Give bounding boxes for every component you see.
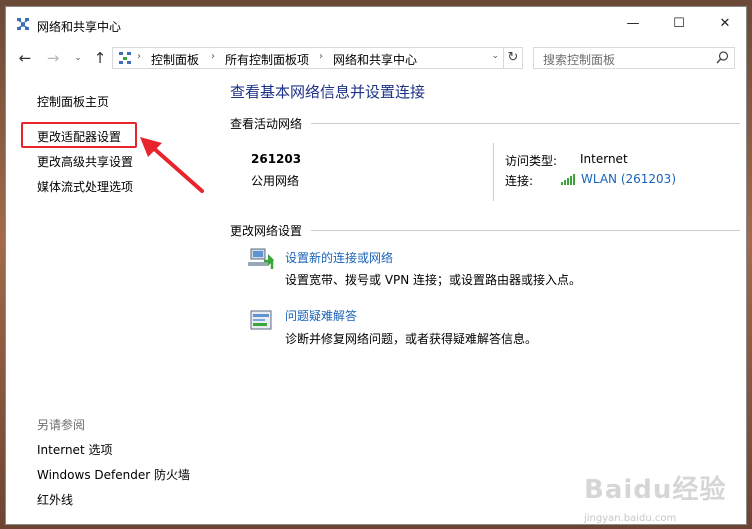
network-icon [17,18,29,30]
divider [311,123,740,124]
see-also-windows-defender-firewall[interactable]: Windows Defender 防火墙 [37,466,190,483]
breadcrumb-separator: › [319,51,323,62]
divider [493,143,494,201]
refresh-icon[interactable]: ↻ [504,47,523,69]
active-networks-heading: 查看活动网络 [230,117,303,131]
address-bar[interactable]: › 控制面板 › 所有控制面板项 › 网络和共享中心 ⌄ [112,47,504,69]
close-button[interactable]: ✕ [702,7,746,39]
up-arrow-icon[interactable]: ↑ [91,48,109,68]
search-icon[interactable] [716,51,729,64]
watermark-sub: jingyan.baidu.com [584,513,677,524]
troubleshoot-desc: 诊断并修复网络问题，或者获得疑难解答信息。 [285,332,538,346]
breadcrumb-control-panel[interactable]: 控制面板 [151,51,199,68]
change-network-settings-heading: 更改网络设置 [230,224,303,238]
maximize-button[interactable]: ☐ [656,7,702,39]
sidebar-item-media-streaming[interactable]: 媒体流式处理选项 [37,178,133,195]
breadcrumb-separator: › [211,51,215,62]
window-title: 网络和共享中心 [37,20,122,34]
access-type-label: 访问类型: [505,154,558,168]
wlan-connection-link[interactable]: WLAN (261203) [581,172,676,186]
setup-new-connection-link[interactable]: 设置新的连接或网络 [285,249,393,266]
new-connection-icon [248,248,274,269]
page-title: 查看基本网络信息并设置连接 [230,83,426,101]
see-also-heading: 另请参阅 [37,418,86,432]
search-box[interactable]: 搜索控制面板 [533,47,735,69]
breadcrumb-separator: › [137,51,141,62]
annotation-arrow [140,137,204,193]
troubleshoot-icon [250,310,272,330]
connection-label: 连接: [505,174,534,188]
sidebar-item-control-panel-home[interactable]: 控制面板主页 [37,93,109,110]
network-name: 261203 [251,152,302,166]
setup-new-connection-desc: 设置宽带、拨号或 VPN 连接；或设置路由器或接入点。 [285,273,582,287]
back-arrow-icon[interactable]: ← [16,48,34,68]
navigation-bar: ← → ⌄ ↑ › 控制面板 › 所有控制面板项 › 网络和共享中心 ⌄ ↻ 搜… [6,46,746,72]
watermark-text: Baidu经验 [584,475,727,505]
wifi-signal-icon [561,174,575,185]
network-sharing-center-window: 网络和共享中心 — ☐ ✕ ← → ⌄ ↑ › 控制面板 › 所有控制面板项 ›… [5,6,747,525]
search-placeholder: 搜索控制面板 [543,53,616,67]
access-type-value: Internet [580,152,628,166]
control-panel-network-icon [119,52,131,64]
sidebar-item-change-adapter-settings[interactable]: 更改适配器设置 [37,128,121,145]
breadcrumb-network-center[interactable]: 网络和共享中心 [333,51,417,68]
divider [311,230,740,231]
forward-arrow-icon[interactable]: → [44,48,62,68]
address-dropdown-chevron-icon[interactable]: ⌄ [491,51,499,61]
minimize-button[interactable]: — [610,7,656,39]
recent-locations-chevron-icon[interactable]: ⌄ [69,48,87,68]
see-also-internet-options[interactable]: Internet 选项 [37,441,112,458]
title-bar: 网络和共享中心 — ☐ ✕ [6,7,746,39]
sidebar-item-advanced-sharing[interactable]: 更改高级共享设置 [37,153,133,170]
breadcrumb-all-items[interactable]: 所有控制面板项 [225,51,309,68]
troubleshoot-link[interactable]: 问题疑难解答 [285,307,357,324]
see-also-infrared[interactable]: 红外线 [37,491,73,508]
network-type[interactable]: 公用网络 [251,172,299,189]
baidu-watermark: Baidu经验 jingyan.baidu.com [584,469,727,524]
